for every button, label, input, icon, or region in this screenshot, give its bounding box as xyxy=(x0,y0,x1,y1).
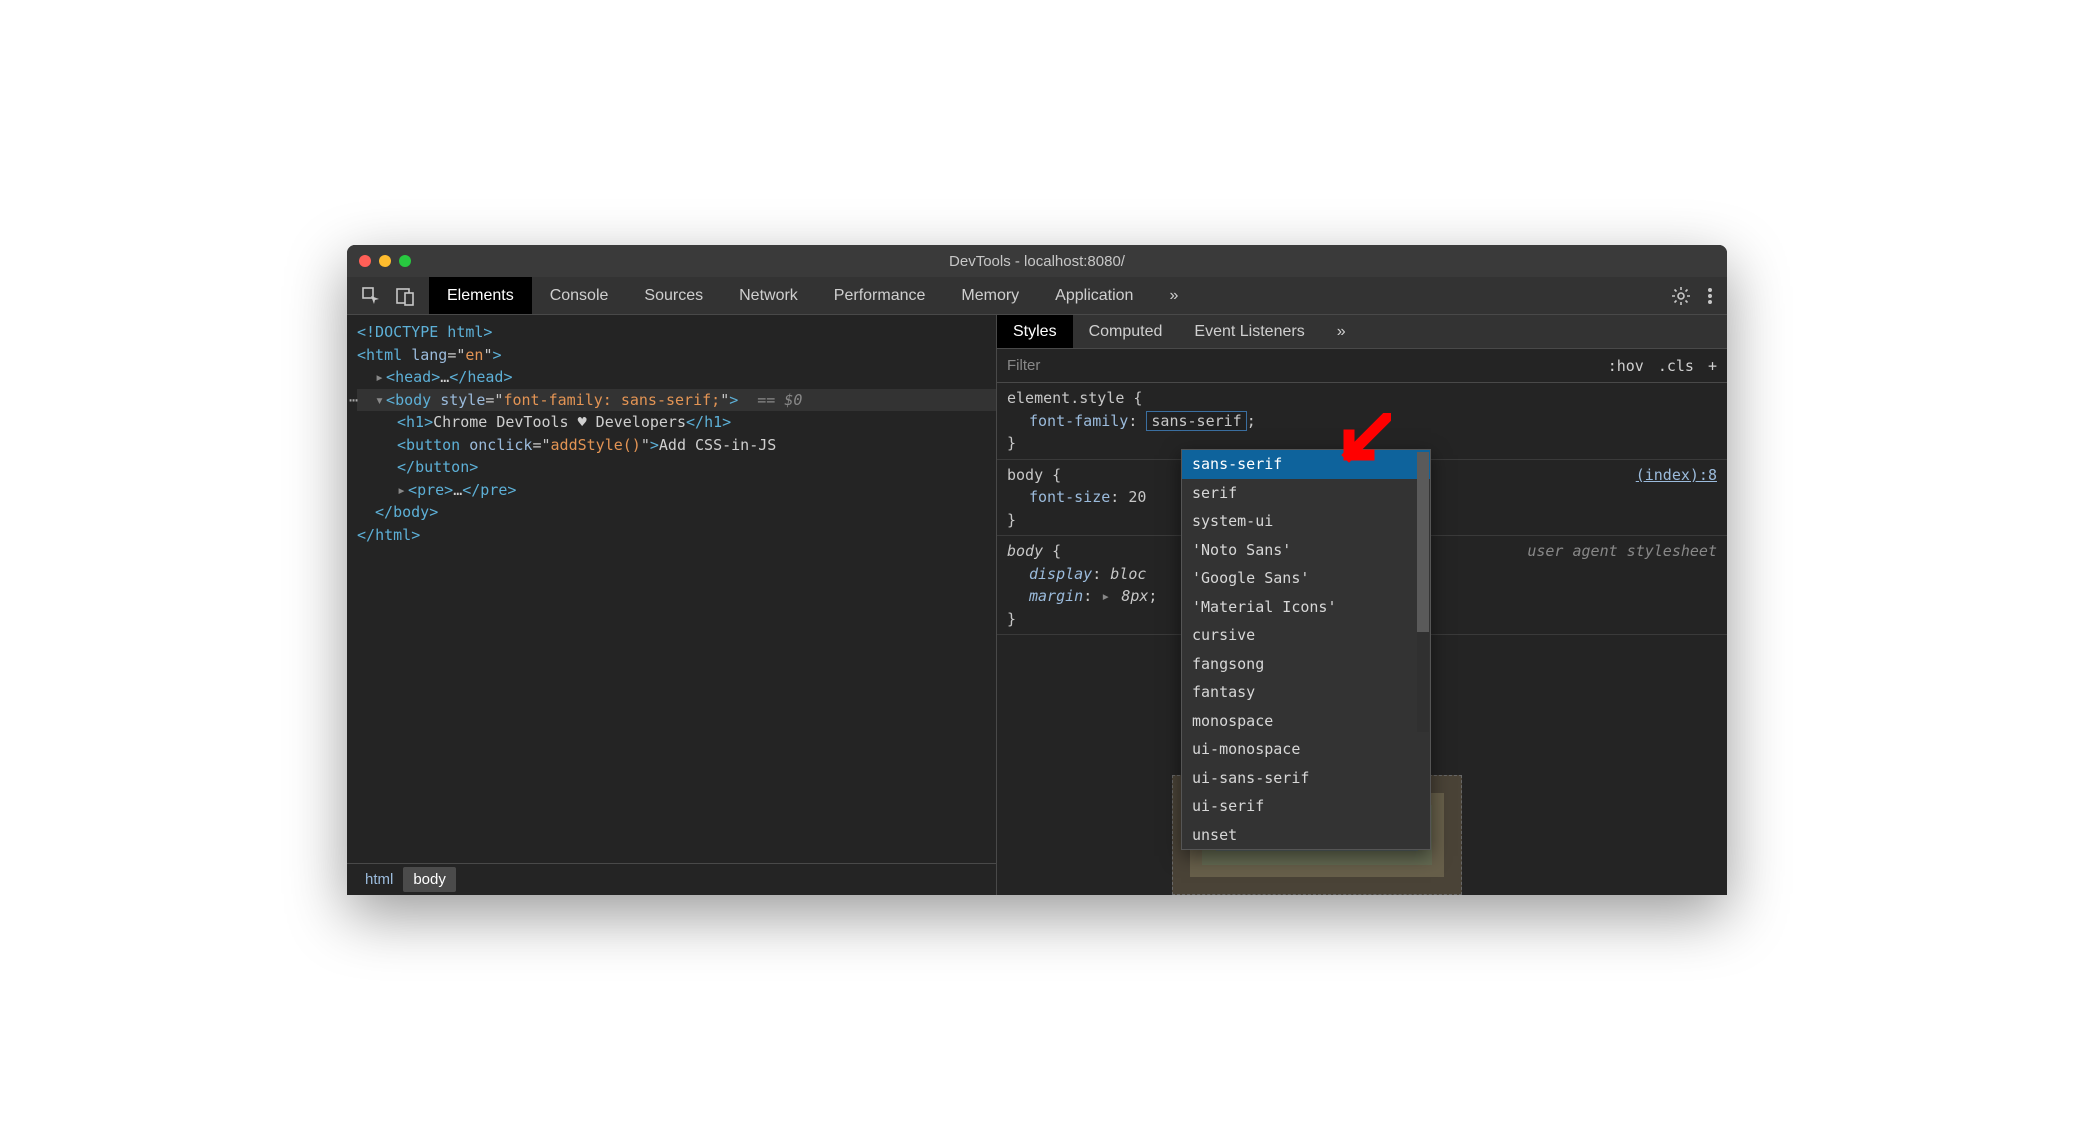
close-window-button[interactable] xyxy=(359,255,371,267)
dom-h1[interactable]: <h1>Chrome DevTools ♥ Developers</h1> xyxy=(357,411,996,434)
devtools-window: DevTools - localhost:8080/ Elements Cons… xyxy=(347,245,1727,895)
dom-body-open-selected[interactable]: ▾<body style="font-family: sans-serif;">… xyxy=(357,389,996,412)
tab-memory[interactable]: Memory xyxy=(943,277,1037,314)
device-toolbar-icon[interactable] xyxy=(395,286,415,306)
ac-item[interactable]: monospace xyxy=(1182,707,1430,736)
new-rule-button[interactable]: + xyxy=(1708,357,1717,375)
ac-item[interactable]: 'Material Icons' xyxy=(1182,593,1430,622)
tab-event-listeners[interactable]: Event Listeners xyxy=(1178,315,1320,348)
tabs-overflow[interactable]: » xyxy=(1151,277,1196,314)
autocomplete-scroll-thumb[interactable] xyxy=(1417,452,1429,632)
dom-button[interactable]: <button onclick="addStyle()">Add CSS-in-… xyxy=(357,434,996,457)
main-tabs: Elements Console Sources Network Perform… xyxy=(429,277,1196,314)
dom-tree[interactable]: <!DOCTYPE html> <html lang="en"> ▸<head>… xyxy=(347,315,996,863)
rule-source-link[interactable]: (index):8 xyxy=(1636,464,1717,487)
font-family-autocomplete[interactable]: sans-serif serif system-ui 'Noto Sans' '… xyxy=(1181,449,1431,850)
content-area: <!DOCTYPE html> <html lang="en"> ▸<head>… xyxy=(347,315,1727,895)
inspect-element-icon[interactable] xyxy=(361,286,381,306)
font-family-value-input[interactable]: sans-serif xyxy=(1146,411,1246,431)
ac-item[interactable]: system-ui xyxy=(1182,507,1430,536)
styles-panel: Styles Computed Event Listeners » :hov .… xyxy=(997,315,1727,895)
ac-item[interactable]: ui-serif xyxy=(1182,792,1430,821)
main-toolbar: Elements Console Sources Network Perform… xyxy=(347,277,1727,315)
crumb-body[interactable]: body xyxy=(403,867,456,892)
settings-gear-icon[interactable] xyxy=(1671,286,1691,306)
dom-button-close[interactable]: </button> xyxy=(357,456,996,479)
tab-application[interactable]: Application xyxy=(1037,277,1151,314)
elements-panel: <!DOCTYPE html> <html lang="en"> ▸<head>… xyxy=(347,315,997,895)
css-rules: element.style { font-family: sans-serif;… xyxy=(997,383,1727,895)
tab-elements[interactable]: Elements xyxy=(429,277,532,314)
tab-styles[interactable]: Styles xyxy=(997,315,1073,348)
dom-head[interactable]: ▸<head>…</head> xyxy=(357,366,996,389)
ac-item[interactable]: ui-monospace xyxy=(1182,735,1430,764)
ac-item[interactable]: sans-serif xyxy=(1182,450,1430,479)
minimize-window-button[interactable] xyxy=(379,255,391,267)
tab-network[interactable]: Network xyxy=(721,277,816,314)
styles-filter-bar: :hov .cls + xyxy=(997,349,1727,383)
styles-filter-input[interactable] xyxy=(1007,357,1608,374)
fullscreen-window-button[interactable] xyxy=(399,255,411,267)
kebab-menu-icon[interactable] xyxy=(1707,286,1713,306)
tab-performance[interactable]: Performance xyxy=(816,277,944,314)
crumb-html[interactable]: html xyxy=(355,867,403,892)
window-titlebar: DevTools - localhost:8080/ xyxy=(347,245,1727,277)
cls-toggle[interactable]: .cls xyxy=(1658,357,1694,375)
dom-html-open[interactable]: <html lang="en"> xyxy=(357,344,996,367)
tab-console[interactable]: Console xyxy=(532,277,627,314)
hov-toggle[interactable]: :hov xyxy=(1608,357,1644,375)
tab-sources[interactable]: Sources xyxy=(626,277,721,314)
ac-item[interactable]: cursive xyxy=(1182,621,1430,650)
dom-doctype[interactable]: <!DOCTYPE html> xyxy=(357,321,996,344)
ac-item[interactable]: fangsong xyxy=(1182,650,1430,679)
user-agent-label: user agent stylesheet xyxy=(1527,540,1717,563)
ac-item[interactable]: fantasy xyxy=(1182,678,1430,707)
ac-item[interactable]: ui-sans-serif xyxy=(1182,764,1430,793)
traffic-lights xyxy=(359,255,411,267)
breadcrumb: html body xyxy=(347,863,996,895)
dom-html-close[interactable]: </html> xyxy=(357,524,996,547)
styles-tabs-overflow[interactable]: » xyxy=(1321,315,1362,348)
ac-item[interactable]: unset xyxy=(1182,821,1430,850)
annotation-arrow-icon xyxy=(1337,413,1391,474)
window-title: DevTools - localhost:8080/ xyxy=(347,253,1727,270)
ac-item[interactable]: 'Noto Sans' xyxy=(1182,536,1430,565)
styles-tabs: Styles Computed Event Listeners » xyxy=(997,315,1727,349)
ac-item[interactable]: 'Google Sans' xyxy=(1182,564,1430,593)
dom-body-close[interactable]: </body> xyxy=(357,501,996,524)
dom-pre[interactable]: ▸<pre>…</pre> xyxy=(357,479,996,502)
ac-item[interactable]: serif xyxy=(1182,479,1430,508)
tab-computed[interactable]: Computed xyxy=(1073,315,1179,348)
